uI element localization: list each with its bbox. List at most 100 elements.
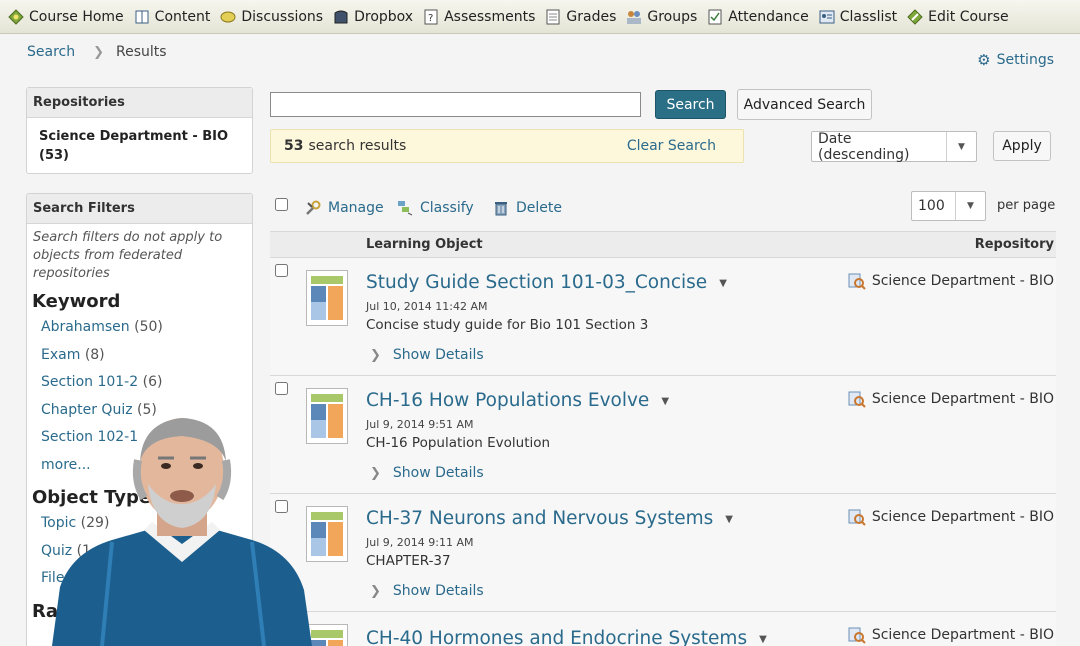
apply-sort-button[interactable]: Apply (993, 131, 1051, 161)
row-checkbox[interactable] (275, 500, 288, 513)
advanced-search-button[interactable]: Advanced Search (737, 89, 872, 120)
assessments-quiz-icon: ? (424, 9, 438, 24)
trash-icon (495, 202, 507, 216)
chevron-down-icon[interactable]: ▼ (725, 514, 733, 525)
nav-assessments[interactable]: ? Assessments (421, 0, 543, 34)
keyword-filter-item[interactable]: Section 101-2 (6) (41, 369, 252, 397)
gear-icon: ⚙ (977, 51, 991, 69)
nav-label: Discussions (241, 8, 324, 25)
nav-course-home[interactable]: Course Home (6, 0, 132, 34)
object-type-filter-item[interactable]: Quiz (1 (41, 538, 252, 566)
keyword-filter-item[interactable]: Section 102-1 (41, 424, 252, 452)
learning-object-date: Jul 10, 2014 11:42 AM (366, 300, 488, 313)
chevron-down-icon[interactable]: ▼ (719, 278, 727, 289)
search-button[interactable]: Search (655, 90, 726, 119)
learning-object-title[interactable]: Study Guide Section 101-03_Concise ▼ (366, 272, 727, 293)
search-results-banner: 53 search results Clear Search (270, 129, 744, 163)
sort-order-select[interactable]: Date (descending) ▼ (811, 131, 977, 163)
delete-button[interactable]: Delete (492, 199, 562, 217)
nav-label: Content (154, 8, 211, 25)
show-details-link[interactable]: ❯ Show Details (370, 583, 484, 599)
filter-label: Section 102-1 (41, 429, 139, 445)
chevron-down-icon[interactable]: ▼ (759, 634, 767, 645)
classify-tags-icon (398, 201, 413, 216)
per-page-select[interactable]: 100 ▼ (911, 191, 986, 221)
content-book-icon (135, 10, 149, 23)
nav-label: Groups (647, 8, 698, 25)
repository-cell: Science Department - BIO (848, 626, 1054, 644)
search-filters-header: Search Filters (27, 194, 252, 224)
repositories-panel: Repositories Science Department - BIO (5… (26, 87, 253, 174)
learning-object-description: CH-16 Population Evolution (366, 435, 551, 451)
object-type-filter-item[interactable]: Topic (29) (41, 510, 252, 538)
keyword-filter-item[interactable]: Chapter Quiz (5) (41, 397, 252, 425)
classify-button[interactable]: Classify (396, 199, 474, 217)
chevron-down-icon: ▼ (946, 132, 976, 161)
breadcrumb-search-link[interactable]: Search (27, 44, 75, 60)
results-count: 53 (284, 138, 304, 154)
groups-icon (627, 10, 642, 24)
filters-note: Search filters do not apply to objects f… (33, 230, 223, 281)
repository-search-icon (848, 391, 866, 408)
settings-link[interactable]: ⚙ Settings (977, 51, 1054, 69)
filter-count: (5) (137, 401, 157, 418)
learning-object-title[interactable]: CH-40 Hormones and Endocrine Systems ▼ (366, 628, 767, 646)
attendance-icon (708, 9, 722, 24)
nav-grades[interactable]: Grades (543, 0, 624, 34)
row-checkbox[interactable] (275, 264, 288, 277)
learning-object-title[interactable]: CH-37 Neurons and Nervous Systems ▼ (366, 508, 733, 529)
manage-button[interactable]: Manage (304, 199, 384, 217)
column-repository[interactable]: Repository (975, 237, 1054, 252)
svg-text:?: ? (428, 13, 433, 24)
title-text: CH-37 Neurons and Nervous Systems (366, 508, 714, 529)
nav-dropbox[interactable]: Dropbox (331, 0, 421, 34)
filter-count: (8) (84, 346, 105, 363)
chevron-right-icon: ❯ (93, 44, 105, 60)
filter-count: ( (68, 570, 75, 586)
learning-object-title[interactable]: CH-16 How Populations Evolve ▼ (366, 390, 669, 411)
repository-item[interactable]: Science Department - BIO (53) (27, 118, 252, 174)
title-text: Study Guide Section 101-03_Concise (366, 272, 708, 293)
filter-count: (50) (134, 319, 163, 335)
nav-attendance[interactable]: Attendance (705, 0, 816, 34)
nav-groups[interactable]: Groups (624, 0, 705, 34)
repository-name: Science Department - BIO (871, 273, 1054, 289)
chevron-right-icon: ❯ (370, 347, 381, 363)
nav-content[interactable]: Content (132, 0, 219, 34)
repository-name: Science Department - BIO (871, 509, 1054, 525)
filter-label: Quiz (41, 542, 73, 559)
filter-count: (6) (142, 374, 163, 390)
chevron-down-icon[interactable]: ▼ (661, 396, 669, 407)
keyword-section-title: Keyword (32, 291, 121, 312)
show-details-link[interactable]: ❯ Show Details (370, 465, 484, 481)
course-home-icon (8, 8, 24, 25)
object-type-filter-list: Topic (29) Quiz (1 File ( (27, 510, 252, 593)
classlist-icon (819, 10, 835, 23)
keyword-filter-item[interactable]: Abrahamsen (50) (41, 314, 252, 342)
object-type-filter-item[interactable]: File ( (41, 565, 252, 593)
more-keywords-link[interactable]: more... (41, 452, 252, 480)
learning-object-description: CHAPTER-37 (366, 553, 451, 569)
details-label: Show Details (392, 347, 484, 363)
nav-label: Edit Course (928, 8, 1009, 25)
results-label: search results (308, 138, 407, 154)
learning-object-thumbnail-icon (306, 506, 348, 562)
keyword-filter-item[interactable]: Exam (8) (41, 342, 252, 370)
column-learning-object[interactable]: Learning Object (366, 237, 483, 252)
clear-search-link[interactable]: Clear Search (627, 138, 716, 154)
rating-section-title: Rat (32, 600, 67, 622)
search-input[interactable] (270, 92, 641, 117)
nav-edit-course[interactable]: Edit Course (905, 0, 1009, 34)
show-details-link[interactable]: ❯ Show Details (370, 347, 484, 363)
chevron-down-icon: ▼ (955, 192, 985, 220)
repository-cell: Science Department - BIO (848, 390, 1054, 408)
grades-icon (546, 9, 560, 24)
classify-label: Classify (420, 200, 474, 216)
row-checkbox[interactable] (275, 382, 288, 395)
nav-discussions[interactable]: Discussions (218, 0, 331, 34)
nav-classlist[interactable]: Classlist (817, 0, 905, 34)
learning-object-date: Jul 9, 2014 9:11 AM (366, 536, 474, 549)
repository-cell: Science Department - BIO (848, 508, 1054, 526)
select-all-checkbox[interactable] (275, 198, 288, 211)
dropbox-icon (334, 10, 348, 23)
